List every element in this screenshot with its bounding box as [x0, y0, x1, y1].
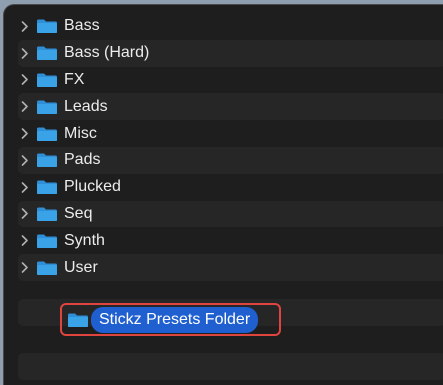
folder-label: Synth	[64, 231, 105, 249]
folder-label: Bass	[64, 17, 100, 35]
empty-list-row	[18, 353, 443, 380]
chevron-right-icon[interactable]	[18, 180, 32, 194]
chevron-right-icon[interactable]	[18, 207, 32, 221]
chevron-right-icon[interactable]	[18, 46, 32, 60]
folder-row-plucked[interactable]: Plucked	[18, 174, 443, 201]
folder-label: Leads	[64, 97, 108, 115]
dragged-folder-label: Stickz Presets Folder	[91, 306, 259, 333]
folder-row-seq[interactable]: Seq	[18, 200, 443, 228]
folder-label: Misc	[64, 124, 97, 142]
folder-label: Plucked	[64, 178, 121, 196]
folder-icon	[37, 207, 57, 221]
chevron-right-icon[interactable]	[18, 127, 32, 141]
chevron-right-icon[interactable]	[18, 100, 32, 114]
chevron-right-icon[interactable]	[18, 73, 32, 87]
folder-label: User	[64, 258, 98, 276]
folder-row-synth[interactable]: Synth	[18, 227, 443, 254]
folder-icon	[68, 313, 88, 327]
folder-row-leads[interactable]: Leads	[18, 93, 443, 121]
folder-icon	[37, 153, 57, 168]
folder-icon	[37, 100, 57, 114]
dragged-folder[interactable]: Stickz Presets Folder	[60, 303, 281, 336]
folder-label: Bass (Hard)	[64, 44, 150, 62]
chevron-right-icon[interactable]	[18, 234, 32, 248]
folder-row-user[interactable]: User	[18, 254, 443, 281]
folder-label: Seq	[64, 204, 93, 222]
folder-icon	[37, 127, 57, 141]
folder-row-bass[interactable]: Bass	[18, 13, 443, 40]
folder-icon	[37, 73, 57, 87]
folder-icon	[37, 19, 57, 34]
chevron-right-icon[interactable]	[18, 261, 32, 275]
chevron-right-icon[interactable]	[18, 153, 32, 167]
folder-row-fx[interactable]: FX	[18, 67, 443, 94]
folder-label: FX	[64, 70, 85, 88]
folder-icon	[37, 234, 57, 248]
folder-icon	[37, 180, 57, 195]
folder-label: Pads	[64, 151, 101, 169]
folder-row-bass-hard[interactable]: Bass (Hard)	[18, 39, 443, 67]
folder-icon	[37, 261, 57, 275]
folder-list: Bass Bass (Hard) FX Leads Misc Pads Pluc…	[4, 13, 443, 281]
folder-row-misc[interactable]: Misc	[18, 120, 443, 147]
folder-row-pads[interactable]: Pads	[18, 146, 443, 174]
folder-icon	[37, 46, 57, 61]
chevron-right-icon[interactable]	[18, 19, 32, 33]
